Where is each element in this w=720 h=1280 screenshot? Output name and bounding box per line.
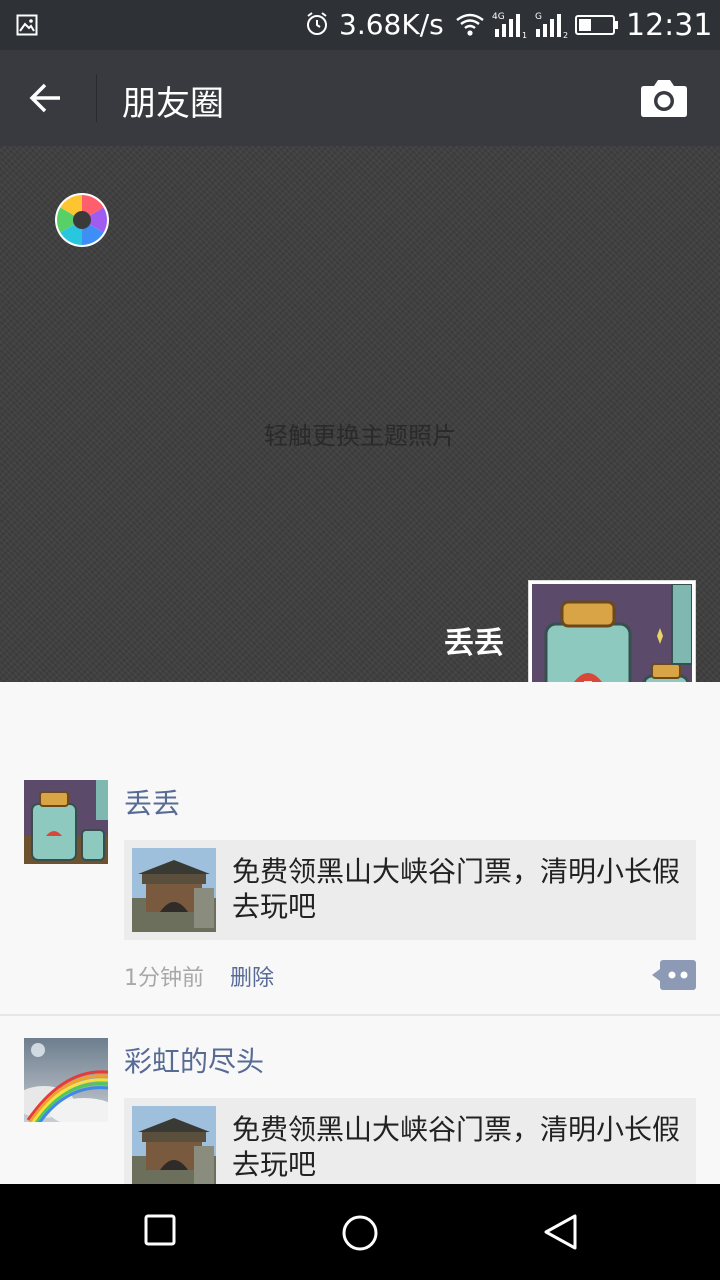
title-bar: 朋友圈 — [0, 50, 720, 146]
shared-link-title: 免费领黑山大峡谷门票，清明小长假去玩吧 — [232, 1113, 681, 1181]
square-recents-icon[interactable] — [144, 1214, 176, 1250]
svg-text:1: 1 — [522, 31, 527, 39]
post-author-name[interactable]: 彩虹的尽头 — [124, 1040, 264, 1080]
camera-icon[interactable] — [640, 78, 688, 122]
shared-link-thumbnail — [132, 1106, 216, 1184]
clock-time: 12:31 — [626, 8, 713, 43]
signal-g-icon: G2 — [533, 11, 569, 43]
status-bar: 3.68K/s 4G 1 G2 12:31 — [0, 0, 720, 50]
triangle-back-icon[interactable] — [543, 1214, 579, 1254]
shared-link-card[interactable]: 免费领黑山大峡谷门票，清明小长假去玩吧 — [124, 1098, 696, 1184]
post-separator — [0, 1014, 720, 1016]
wifi-icon — [455, 12, 485, 42]
shared-link-thumbnail — [132, 848, 216, 932]
moments-feed[interactable]: 丢丢 免费领黑山大峡谷门票，清明小长假去玩吧 1分钟前 删除 彩虹的尽头 免费领… — [0, 682, 720, 1184]
post-timestamp: 1分钟前 — [124, 966, 204, 991]
delete-button[interactable]: 删除 — [230, 960, 274, 992]
shared-link-card[interactable]: 免费领黑山大峡谷门票，清明小长假去玩吧 — [124, 840, 696, 940]
shared-link-title: 免费领黑山大峡谷门票，清明小长假去玩吧 — [232, 855, 681, 923]
svg-text:G: G — [535, 12, 542, 22]
profile-nickname: 丢丢 — [444, 626, 504, 661]
signal-4g-icon: 4G 1 — [492, 11, 528, 43]
arrow-left-icon[interactable] — [28, 80, 64, 120]
page-title: 朋友圈 — [122, 84, 224, 124]
image-icon — [16, 14, 38, 40]
svg-text:2: 2 — [563, 31, 568, 39]
battery-icon — [575, 14, 619, 40]
circle-home-icon[interactable] — [341, 1214, 379, 1256]
change-cover-hint[interactable]: 轻触更换主题照片 — [0, 416, 720, 451]
system-nav-bar — [0, 1184, 720, 1280]
svg-text:4G: 4G — [492, 12, 505, 22]
post-author-avatar[interactable] — [24, 1038, 108, 1122]
network-speed: 3.68K/s — [339, 8, 444, 41]
aperture-icon[interactable] — [54, 192, 110, 252]
post-author-name[interactable]: 丢丢 — [124, 782, 180, 822]
more-comment-icon[interactable] — [652, 960, 696, 994]
alarm-icon — [305, 12, 329, 40]
title-divider — [96, 74, 97, 122]
post-author-avatar[interactable] — [24, 780, 108, 864]
